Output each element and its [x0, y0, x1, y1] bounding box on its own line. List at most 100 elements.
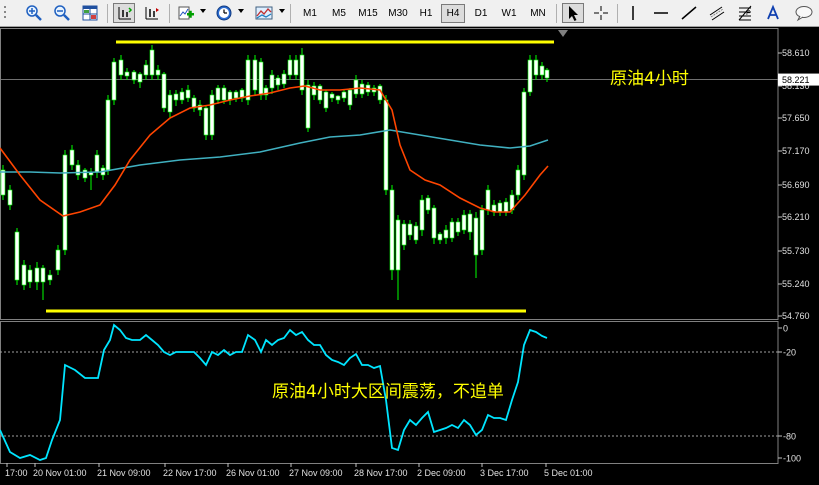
time-axis-label: 2 Dec 09:00	[417, 468, 466, 478]
candle-body	[497, 202, 503, 213]
chart-shift-icon[interactable]	[141, 3, 163, 23]
time-axis-label: 28 Nov 17:00	[354, 468, 408, 478]
candle-body	[233, 91, 239, 99]
toolbar-grip	[2, 3, 10, 23]
timeframe-h4-button[interactable]: H4	[441, 4, 465, 23]
add-indicator-icon[interactable]	[175, 3, 197, 23]
toolbar-separator	[107, 4, 108, 23]
candle-body	[105, 99, 111, 171]
toolbar-separator	[290, 4, 291, 23]
chart-window[interactable]: 58.61058.13057.65057.17056.69056.21055.7…	[0, 27, 819, 485]
price-tick-label: 58.610	[782, 48, 810, 58]
indicator-tick-label: -100	[783, 454, 801, 464]
candle-body	[533, 59, 539, 76]
candle-body	[485, 189, 491, 211]
price-tick-label: 57.170	[782, 146, 810, 156]
candle-body	[258, 61, 264, 96]
zoom-out-icon[interactable]	[51, 3, 73, 23]
candle-body	[27, 269, 33, 283]
candle-body	[155, 69, 161, 76]
candle-body	[47, 274, 53, 281]
candle-body	[455, 221, 461, 233]
price-tick-label: 56.690	[782, 180, 810, 190]
time-axis-label: 17:00	[5, 468, 28, 478]
price-tick-label: 54.760	[782, 311, 810, 321]
toolbar-separator	[617, 4, 618, 23]
indicator-tick-label: -80	[783, 432, 796, 442]
candle-body	[539, 65, 545, 76]
scroll-chart-icon[interactable]	[113, 3, 135, 23]
price-tick-label: 55.730	[782, 246, 810, 256]
candle-body	[437, 233, 443, 241]
indicator-tick-label: 0	[783, 324, 788, 334]
timeframe-m30-button[interactable]: M30	[384, 4, 412, 23]
chat-icon[interactable]	[793, 3, 815, 23]
tile-windows-icon[interactable]	[79, 3, 101, 23]
time-axis-label: 22 Nov 17:00	[163, 468, 217, 478]
indicator-dropdown-arrow[interactable]	[200, 9, 206, 13]
candle-body	[94, 154, 100, 173]
equidistant-channel-icon[interactable]	[706, 3, 728, 23]
candle-body	[287, 59, 293, 76]
crosshair-icon[interactable]	[590, 3, 612, 23]
templates-icon[interactable]	[253, 3, 275, 23]
candle-body	[383, 99, 389, 191]
candle-body	[503, 201, 509, 213]
annotation-title: 原油4小时	[610, 69, 689, 89]
candle-body	[443, 229, 449, 239]
timeframe-h1-button[interactable]: H1	[414, 4, 438, 23]
candle-body	[335, 95, 341, 101]
price-tick-label: 57.650	[782, 113, 810, 123]
indicator-tick-label: -20	[783, 348, 796, 358]
candle-body	[245, 59, 251, 101]
fibonacci-icon[interactable]: F	[734, 3, 756, 23]
periodicity-dropdown-arrow[interactable]	[238, 9, 244, 13]
candle-body	[40, 267, 46, 283]
candle-body	[395, 219, 401, 271]
candle-body	[323, 91, 329, 109]
clock-icon[interactable]	[213, 3, 235, 23]
toolbar-separator	[556, 4, 557, 23]
timeframe-m5-button[interactable]: M5	[326, 4, 352, 23]
candle-body	[14, 231, 20, 281]
candle-body	[55, 249, 61, 271]
zoom-in-icon[interactable]	[23, 3, 45, 23]
candle-body	[82, 169, 88, 179]
time-axis-label: 3 Dec 17:00	[480, 468, 529, 478]
main-toolbar: M1 M5 M15 M30 H1 H4 D1 W1 MN F	[0, 0, 819, 27]
candle-body	[21, 264, 27, 286]
candle-body	[341, 91, 347, 99]
time-axis-label: 21 Nov 09:00	[97, 468, 151, 478]
candle-body	[413, 225, 419, 241]
time-axis-label: 26 Nov 01:00	[226, 468, 280, 478]
current-price-label: 58.221	[782, 75, 810, 85]
candle-body	[521, 91, 527, 176]
candle-body	[527, 59, 533, 93]
candle-body	[185, 89, 191, 99]
templates-dropdown-arrow[interactable]	[279, 9, 285, 13]
candle-body	[7, 189, 13, 206]
candle-body	[124, 71, 130, 77]
vertical-line-icon[interactable]	[622, 3, 644, 23]
candle-body	[62, 154, 68, 251]
candle-body	[347, 89, 353, 106]
candle-body	[137, 73, 143, 83]
timeframe-mn-button[interactable]: MN	[525, 4, 551, 23]
timeframe-m1-button[interactable]: M1	[297, 4, 323, 23]
timeframe-d1-button[interactable]: D1	[469, 4, 493, 23]
candle-body	[431, 207, 437, 239]
candle-body	[0, 169, 6, 196]
candle-body	[69, 149, 75, 166]
trendline-icon[interactable]	[678, 3, 700, 23]
horizontal-line-icon[interactable]	[650, 3, 672, 23]
candle-body	[275, 77, 281, 86]
cursor-icon[interactable]	[562, 3, 584, 23]
candle-body	[252, 59, 258, 91]
timeframe-w1-button[interactable]: W1	[497, 4, 521, 23]
annotation-comment: 原油4小时大区间震荡，不追单	[272, 382, 504, 402]
time-axis-label: 20 Nov 01:00	[33, 468, 87, 478]
toolbar-separator	[169, 4, 170, 23]
text-icon[interactable]	[762, 3, 784, 23]
candle-body	[353, 79, 359, 95]
timeframe-m15-button[interactable]: M15	[354, 4, 382, 23]
